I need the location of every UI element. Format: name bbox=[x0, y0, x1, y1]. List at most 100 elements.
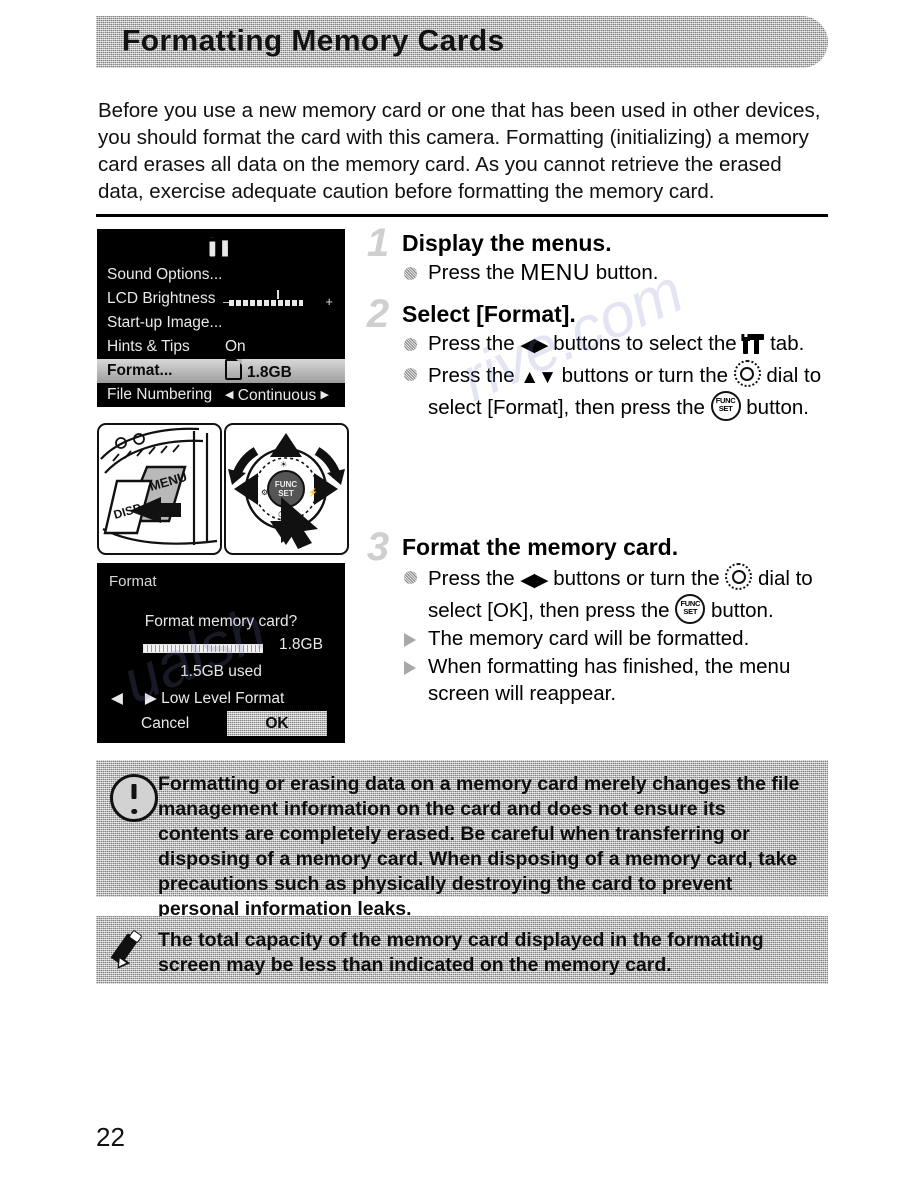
set-label: SET bbox=[683, 607, 698, 616]
caution-text: Formatting or erasing data on a memory c… bbox=[158, 773, 800, 920]
svg-text:FUNC: FUNC bbox=[275, 480, 297, 489]
menu-text-icon: MENU bbox=[520, 259, 591, 285]
low-level-format-label: Low Level Format bbox=[161, 690, 285, 707]
menu-row[interactable]: Sound Options... bbox=[97, 263, 345, 287]
menu-row-value-wrap: 1.8GB bbox=[225, 359, 292, 385]
instruction-text-part: Press the bbox=[428, 567, 521, 590]
up-down-buttons-icon: ▲▼ bbox=[520, 367, 557, 388]
func-set-button-icon: FUNC SET bbox=[710, 391, 741, 421]
pencil-icon bbox=[110, 929, 152, 973]
menu-row-label: LCD Brightness bbox=[107, 290, 216, 307]
capacity-bar bbox=[143, 644, 263, 653]
bullet-dot-icon bbox=[404, 338, 417, 351]
step-heading: Select [Format]. bbox=[402, 301, 576, 327]
menu-row-label: File Numbering bbox=[107, 386, 213, 403]
menu-row-value: 1.8GB bbox=[247, 364, 292, 381]
instruction-text-part: button. bbox=[740, 396, 809, 419]
instruction-line: Press the ◀▶ buttons to select the tab. bbox=[402, 330, 828, 359]
camera-control-dial-illustration: FUNC SET ☀ ⚙ ⚡ ⏱ bbox=[224, 423, 349, 555]
result-line: When formatting has finished, the menu s… bbox=[402, 653, 828, 707]
menu-row[interactable]: File Numbering ◀ Continuous ▶ bbox=[97, 383, 345, 407]
lcd-brightness-slider[interactable]: – + bbox=[223, 289, 333, 309]
step-body: Press the ◀▶ buttons or turn the dial to… bbox=[402, 563, 828, 707]
bullet-triangle-icon bbox=[404, 661, 416, 675]
chevron-left-icon[interactable]: ◀ bbox=[225, 389, 233, 401]
step-3: 3 Format the memory card. Press the ◀▶ b… bbox=[358, 527, 828, 707]
chevron-left-icon[interactable]: ◀ bbox=[111, 690, 123, 707]
bullet-dot-icon bbox=[404, 571, 417, 584]
left-right-buttons-icon: ◀▶ bbox=[520, 335, 548, 356]
note-callout: The total capacity of the memory card di… bbox=[96, 916, 828, 984]
format-dialog-screenshot: Format Format memory card? 1.8GB 1.5GB u… bbox=[97, 563, 345, 743]
instruction-text-part: buttons or turn the bbox=[547, 567, 726, 590]
svg-text:⏱: ⏱ bbox=[278, 510, 284, 519]
step-heading: Format the memory card. bbox=[402, 534, 679, 560]
step-body: Press the MENU button. bbox=[402, 259, 828, 286]
svg-text:⚡: ⚡ bbox=[308, 487, 318, 497]
step-number: 2 bbox=[366, 292, 390, 336]
memory-card-icon bbox=[225, 359, 242, 380]
setup-tab-icon bbox=[742, 334, 765, 354]
cancel-button[interactable]: Cancel bbox=[141, 715, 189, 733]
left-right-buttons-icon: ◀▶ bbox=[520, 570, 548, 591]
chevron-right-icon[interactable]: ▶ bbox=[321, 389, 329, 401]
menu-row-value: On bbox=[225, 338, 246, 355]
note-text: The total capacity of the memory card di… bbox=[158, 929, 764, 976]
menu-row-value-wrap: ◀ Continuous ▶ bbox=[225, 383, 329, 407]
chevron-right-icon[interactable]: ▶ bbox=[145, 690, 157, 707]
step-heading: Display the menus. bbox=[402, 230, 612, 256]
control-dial-icon bbox=[733, 360, 761, 387]
step-list: 1 Display the menus. Press the MENU butt… bbox=[358, 223, 828, 711]
result-text: The memory card will be formatted. bbox=[428, 627, 750, 650]
page-header-banner: Formatting Memory Cards bbox=[96, 16, 828, 68]
instruction-line: Press the ◀▶ buttons or turn the dial to… bbox=[402, 563, 828, 624]
page-number: 22 bbox=[96, 1122, 125, 1152]
ok-button[interactable]: OK bbox=[227, 711, 327, 736]
step-1: 1 Display the menus. Press the MENU butt… bbox=[358, 223, 828, 286]
result-line: The memory card will be formatted. bbox=[402, 625, 828, 652]
slider-thumb bbox=[277, 290, 279, 299]
svg-text:☀: ☀ bbox=[280, 460, 287, 469]
step-body: Press the ◀▶ buttons to select the tab. … bbox=[402, 330, 828, 421]
menu-row[interactable]: Start-up Image... bbox=[97, 311, 345, 335]
menu-row-label: Sound Options... bbox=[107, 266, 223, 283]
instruction-text-part: Press the bbox=[428, 261, 521, 284]
low-level-format-option[interactable]: ◀ ▶ Low Level Format bbox=[111, 689, 284, 708]
format-dialog-question: Format memory card? bbox=[144, 613, 298, 630]
func-set-button-icon: FUNC SET bbox=[675, 594, 706, 624]
bullet-dot-icon bbox=[404, 368, 417, 381]
instruction-text-part: button. bbox=[705, 599, 774, 622]
instruction-text-part: buttons or turn the bbox=[555, 364, 734, 387]
menu-row-value: Continuous bbox=[237, 387, 317, 404]
bullet-triangle-icon bbox=[404, 633, 416, 647]
menu-row-label: Format... bbox=[107, 362, 173, 379]
intro-paragraph: Before you use a new memory card or one … bbox=[98, 98, 821, 203]
instruction-text-part: Press the bbox=[428, 364, 521, 387]
exclamation-icon bbox=[110, 774, 158, 822]
format-dialog-title: Format bbox=[109, 573, 157, 590]
page-title: Formatting Memory Cards bbox=[122, 24, 505, 58]
menu-row-label: Hints & Tips bbox=[107, 338, 190, 355]
menu-row-label: Start-up Image... bbox=[107, 314, 223, 331]
svg-text:⚙: ⚙ bbox=[261, 488, 268, 497]
instruction-text-part: buttons to select the bbox=[547, 332, 743, 355]
card-used-capacity: 1.5GB used bbox=[180, 663, 262, 680]
instruction-line: Press the MENU button. bbox=[402, 259, 828, 286]
menu-row[interactable]: Hints & Tips On bbox=[97, 335, 345, 359]
card-total-capacity: 1.8GB bbox=[279, 636, 323, 653]
menu-row-list: Sound Options... LCD Brightness – + Star… bbox=[97, 263, 345, 407]
bullet-dot-icon bbox=[404, 267, 417, 280]
set-label: SET bbox=[718, 404, 733, 413]
menu-row-format[interactable]: Format... 1.8GB bbox=[97, 359, 345, 383]
step-number: 1 bbox=[366, 221, 390, 265]
camera-menu-screenshot: Sound Options... LCD Brightness – + Star… bbox=[97, 229, 345, 407]
section-divider bbox=[96, 214, 828, 217]
menu-row[interactable]: LCD Brightness – + bbox=[97, 287, 345, 311]
instruction-line: Press the ▲▼ buttons or turn the dial to… bbox=[402, 360, 828, 421]
control-dial-icon bbox=[725, 563, 753, 590]
step-number: 3 bbox=[366, 525, 390, 569]
slider-track bbox=[229, 300, 303, 306]
result-text: When formatting has finished, the menu s… bbox=[428, 655, 791, 705]
instruction-text-part: Press the bbox=[428, 332, 521, 355]
setup-tab-icon-glyph bbox=[208, 233, 234, 257]
